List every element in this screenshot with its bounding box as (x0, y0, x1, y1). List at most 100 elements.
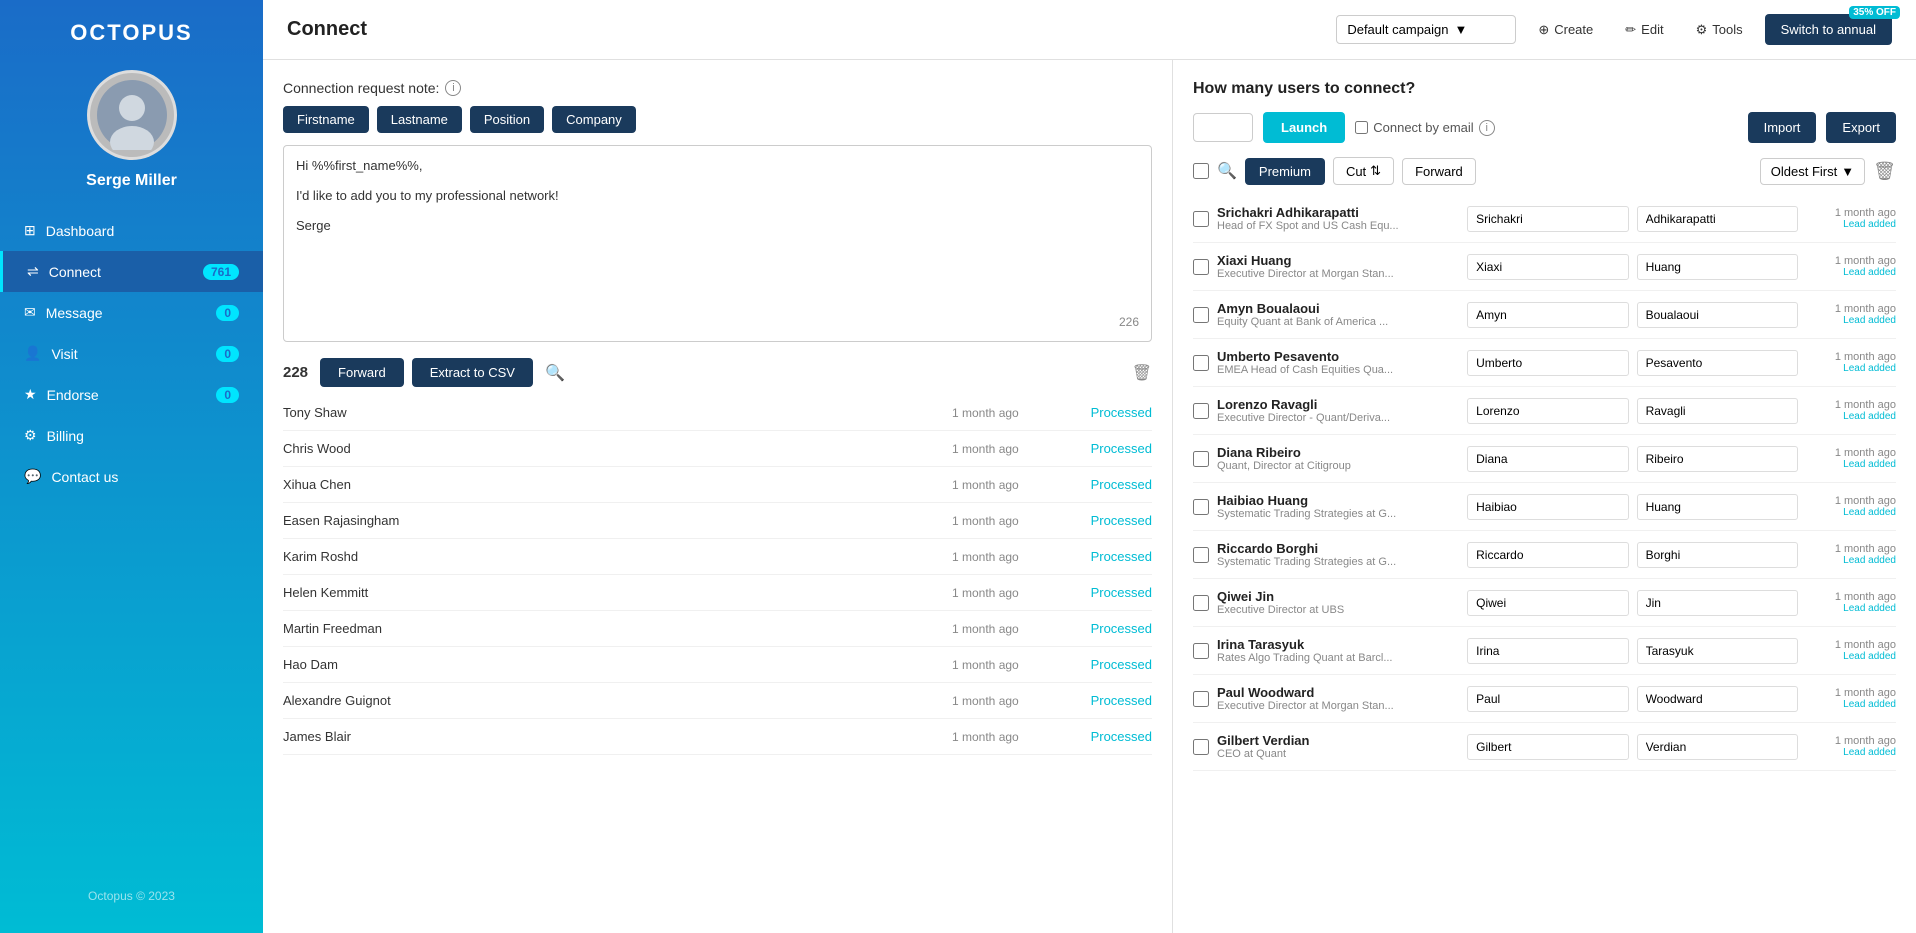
list-row[interactable]: Karim Roshd 1 month ago Processed (283, 539, 1152, 575)
lead-checkbox[interactable] (1193, 547, 1209, 563)
sort-dropdown[interactable]: Oldest First ▼ (1760, 158, 1865, 185)
lead-checkbox[interactable] (1193, 499, 1209, 515)
lead-first-name-field[interactable] (1467, 638, 1628, 664)
lead-last-input[interactable] (1637, 590, 1798, 616)
list-search-button[interactable]: 🔍 (541, 359, 569, 387)
lead-last-name-field[interactable] (1637, 734, 1798, 760)
lead-first-name-field[interactable] (1467, 398, 1628, 424)
lead-first-name-field[interactable] (1467, 206, 1628, 232)
list-row[interactable]: Alexandre Guignot 1 month ago Processed (283, 683, 1152, 719)
lead-last-input[interactable] (1637, 542, 1798, 568)
list-row[interactable]: Tony Shaw 1 month ago Processed (283, 395, 1152, 431)
list-delete-button[interactable]: 🗑 (1132, 363, 1152, 383)
lead-checkbox[interactable] (1193, 355, 1209, 371)
lead-first-input[interactable] (1467, 350, 1628, 376)
email-checkbox-input[interactable] (1355, 121, 1368, 134)
message-textarea[interactable] (296, 158, 1139, 308)
list-row[interactable]: Chris Wood 1 month ago Processed (283, 431, 1152, 467)
premium-filter-button[interactable]: Premium (1245, 158, 1325, 185)
lead-first-input[interactable] (1467, 638, 1628, 664)
lead-last-input[interactable] (1637, 638, 1798, 664)
lead-checkbox[interactable] (1193, 691, 1209, 707)
sidebar-item-connect[interactable]: ⇌ Connect 761 (0, 251, 263, 292)
lead-last-name-field[interactable] (1637, 590, 1798, 616)
forward-button[interactable]: Forward (320, 358, 404, 387)
company-tag-button[interactable]: Company (552, 106, 636, 133)
search-filter-button[interactable]: 🔍 (1217, 161, 1237, 181)
switch-annual-button[interactable]: 35% OFF Switch to annual (1765, 14, 1892, 45)
export-button[interactable]: Export (1826, 112, 1896, 143)
lead-checkbox[interactable] (1193, 643, 1209, 659)
sidebar-item-message[interactable]: ✉ Message 0 (0, 292, 263, 333)
lead-last-name-field[interactable] (1637, 686, 1798, 712)
sidebar-item-visit[interactable]: 👤 Visit 0 (0, 333, 263, 374)
tools-button[interactable]: ⚙ Tools (1686, 16, 1753, 44)
position-tag-button[interactable]: Position (470, 106, 544, 133)
lead-first-input[interactable] (1467, 734, 1628, 760)
lead-first-name-field[interactable] (1467, 686, 1628, 712)
extract-csv-button[interactable]: Extract to CSV (412, 358, 533, 387)
lead-last-name-field[interactable] (1637, 350, 1798, 376)
lead-last-input[interactable] (1637, 206, 1798, 232)
sidebar-item-billing[interactable]: ⚙ Billing (0, 415, 263, 456)
lead-first-input[interactable] (1467, 254, 1628, 280)
sidebar-item-dashboard[interactable]: ⊞ Dashboard (0, 210, 263, 251)
lead-first-input[interactable] (1467, 590, 1628, 616)
campaign-dropdown[interactable]: Default campaign ▼ (1336, 15, 1516, 44)
lead-first-input[interactable] (1467, 398, 1628, 424)
lead-last-name-field[interactable] (1637, 446, 1798, 472)
lead-checkbox[interactable] (1193, 307, 1209, 323)
lead-last-name-field[interactable] (1637, 302, 1798, 328)
forward-filter-button[interactable]: Forward (1402, 158, 1476, 185)
lead-last-name-field[interactable] (1637, 206, 1798, 232)
list-row[interactable]: Easen Rajasingham 1 month ago Processed (283, 503, 1152, 539)
lead-first-input[interactable] (1467, 206, 1628, 232)
lead-checkbox[interactable] (1193, 259, 1209, 275)
lead-first-name-field[interactable] (1467, 302, 1628, 328)
lead-checkbox[interactable] (1193, 595, 1209, 611)
list-row[interactable]: Martin Freedman 1 month ago Processed (283, 611, 1152, 647)
lead-last-input[interactable] (1637, 734, 1798, 760)
cut-filter-button[interactable]: Cut ⇅ (1333, 157, 1394, 185)
lead-last-input[interactable] (1637, 446, 1798, 472)
lead-first-input[interactable] (1467, 686, 1628, 712)
select-all-checkbox[interactable] (1193, 163, 1209, 179)
lead-last-name-field[interactable] (1637, 494, 1798, 520)
lead-first-name-field[interactable] (1467, 590, 1628, 616)
list-row[interactable]: Hao Dam 1 month ago Processed (283, 647, 1152, 683)
lastname-tag-button[interactable]: Lastname (377, 106, 462, 133)
import-button[interactable]: Import (1748, 112, 1817, 143)
lead-last-input[interactable] (1637, 254, 1798, 280)
sidebar-item-endorse[interactable]: ★ Endorse 0 (0, 374, 263, 415)
lead-last-name-field[interactable] (1637, 542, 1798, 568)
lead-first-name-field[interactable] (1467, 350, 1628, 376)
lead-first-name-field[interactable] (1467, 446, 1628, 472)
lead-checkbox[interactable] (1193, 211, 1209, 227)
lead-first-name-field[interactable] (1467, 542, 1628, 568)
lead-first-name-field[interactable] (1467, 254, 1628, 280)
lead-first-input[interactable] (1467, 494, 1628, 520)
lead-last-name-field[interactable] (1637, 638, 1798, 664)
lead-first-input[interactable] (1467, 542, 1628, 568)
leads-delete-button[interactable]: 🗑 (1873, 161, 1896, 182)
lead-checkbox[interactable] (1193, 739, 1209, 755)
lead-first-input[interactable] (1467, 302, 1628, 328)
firstname-tag-button[interactable]: Firstname (283, 106, 369, 133)
list-row[interactable]: Xihua Chen 1 month ago Processed (283, 467, 1152, 503)
lead-last-input[interactable] (1637, 350, 1798, 376)
sidebar-item-contact[interactable]: 💬 Contact us (0, 456, 263, 497)
lead-first-name-field[interactable] (1467, 494, 1628, 520)
lead-last-name-field[interactable] (1637, 254, 1798, 280)
quantity-input[interactable] (1193, 113, 1253, 142)
lead-first-input[interactable] (1467, 446, 1628, 472)
list-row[interactable]: Helen Kemmitt 1 month ago Processed (283, 575, 1152, 611)
lead-last-input[interactable] (1637, 494, 1798, 520)
lead-last-input[interactable] (1637, 302, 1798, 328)
edit-button[interactable]: ✏ Edit (1615, 16, 1673, 44)
lead-last-input[interactable] (1637, 686, 1798, 712)
lead-first-name-field[interactable] (1467, 734, 1628, 760)
create-button[interactable]: ⊕ Create (1528, 16, 1603, 44)
lead-last-input[interactable] (1637, 398, 1798, 424)
lead-checkbox[interactable] (1193, 403, 1209, 419)
lead-checkbox[interactable] (1193, 451, 1209, 467)
